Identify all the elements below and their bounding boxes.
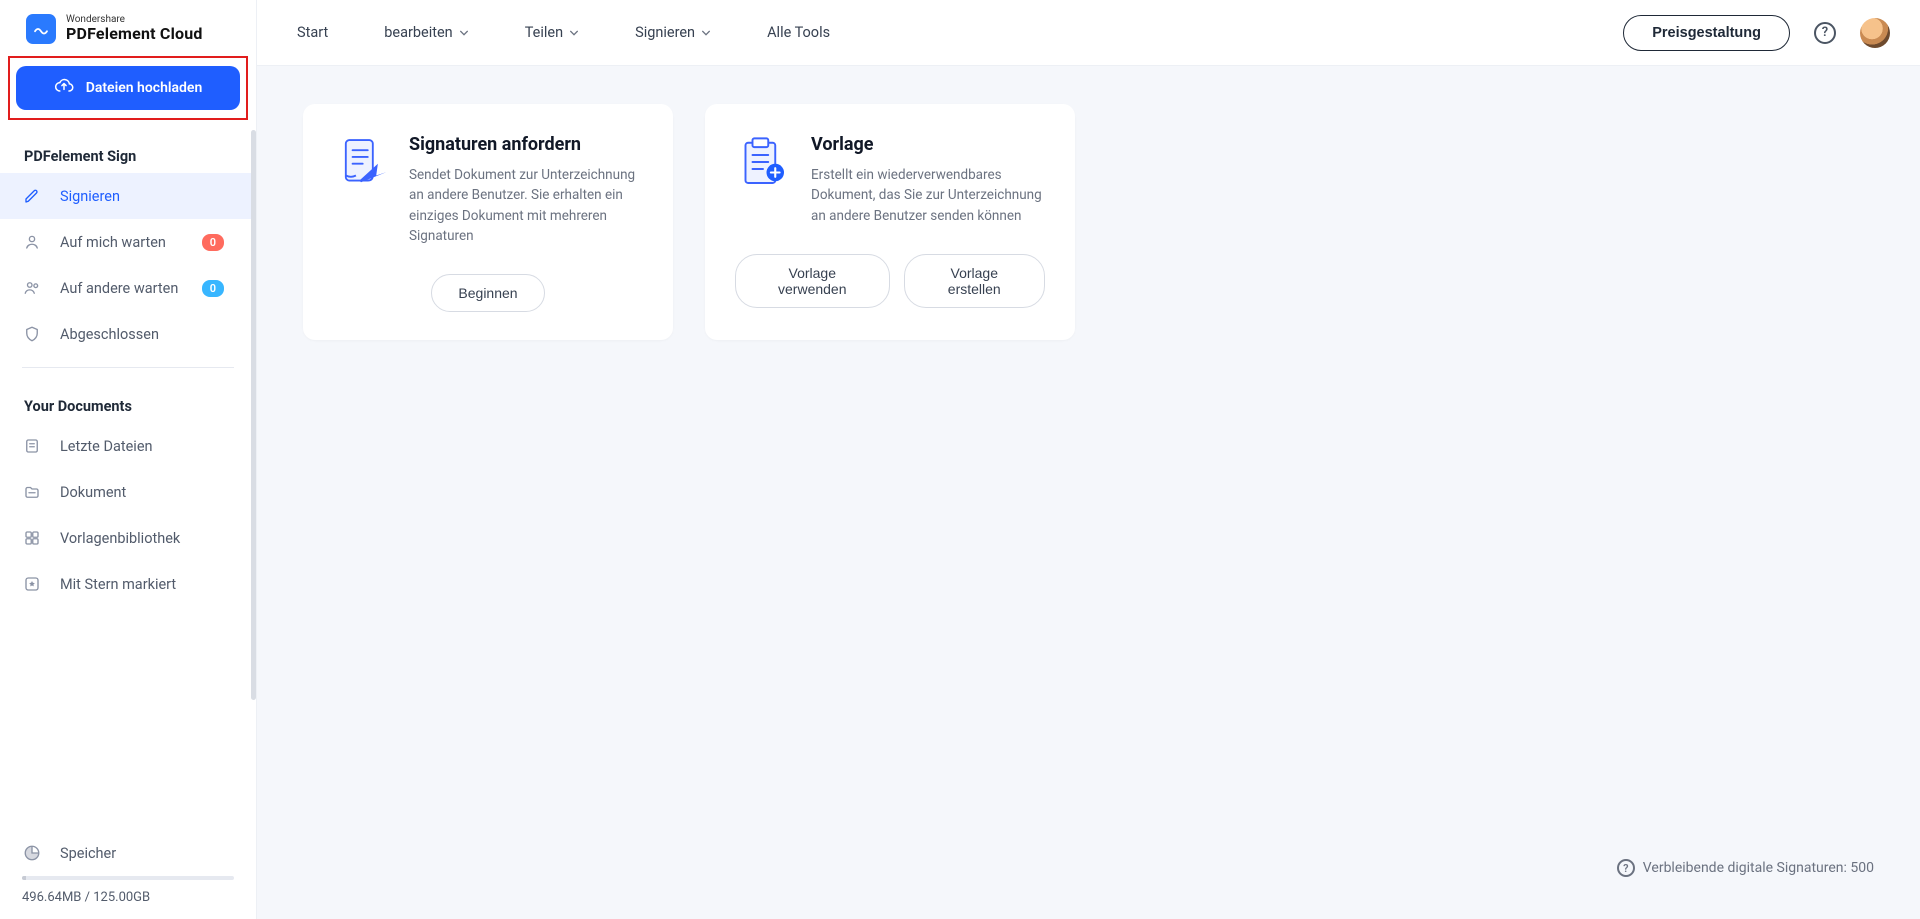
sidebar-item-storage[interactable]: Speicher	[0, 830, 256, 876]
brand-text: Wondershare PDFelement Cloud	[66, 15, 203, 42]
sidebar-item-waiting-me[interactable]: Auf mich warten 0	[0, 219, 256, 265]
document-send-icon	[333, 134, 389, 190]
sidebar-item-starred[interactable]: Mit Stern markiert	[0, 561, 256, 607]
chevron-down-icon	[569, 28, 579, 38]
storage-block: Speicher 496.64MB / 125.00GB	[0, 830, 256, 919]
brand-logo[interactable]: Wondershare PDFelement Cloud	[0, 0, 256, 54]
nav-label: Alle Tools	[767, 24, 830, 41]
sidebar-item-document[interactable]: Dokument	[0, 469, 256, 515]
nav-label: Teilen	[525, 24, 563, 41]
template-clipboard-icon	[735, 134, 791, 190]
pie-chart-icon	[22, 844, 42, 862]
badge-waiting-others: 0	[202, 280, 224, 297]
storage-progress-fill	[22, 876, 26, 880]
sidebar-item-waiting-others[interactable]: Auf andere warten 0	[0, 265, 256, 311]
sidebar-item-label: Vorlagenbibliothek	[60, 530, 180, 547]
user-icon	[22, 233, 42, 251]
shield-check-icon	[22, 325, 42, 343]
card-request-signatures: Signaturen anfordern Sendet Dokument zur…	[303, 104, 673, 340]
users-icon	[22, 279, 42, 297]
sidebar-divider	[22, 367, 234, 368]
brand-mark-icon	[26, 14, 56, 44]
upload-button[interactable]: Dateien hochladen	[16, 66, 240, 110]
info-icon[interactable]: ?	[1617, 859, 1635, 877]
sidebar-item-label: Auf andere warten	[60, 280, 178, 297]
card-description: Sendet Dokument zur Unterzeichnung an an…	[409, 165, 643, 246]
storage-progress	[22, 876, 234, 880]
brand-big: PDFelement Cloud	[66, 26, 203, 43]
upload-highlight-box: Dateien hochladen	[8, 56, 248, 120]
sidebar-item-label: Abgeschlossen	[60, 326, 159, 343]
sidebar-item-label: Letzte Dateien	[60, 438, 153, 455]
sidebar-list-docs: Letzte Dateien Dokument Vorlagenbiblioth…	[0, 423, 256, 607]
star-icon	[22, 575, 42, 593]
create-template-button[interactable]: Vorlage erstellen	[904, 254, 1045, 308]
help-icon[interactable]: ?	[1814, 22, 1836, 44]
template-grid-icon	[22, 529, 42, 547]
card-title: Vorlage	[811, 134, 1045, 155]
topbar: Start bearbeiten Teilen Signieren Alle T…	[257, 0, 1920, 66]
nav-sign[interactable]: Signieren	[635, 24, 711, 41]
sidebar-scrollbar-thumb[interactable]	[251, 130, 256, 700]
cloud-upload-icon	[54, 76, 74, 100]
cards-row: Signaturen anfordern Sendet Dokument zur…	[303, 104, 1874, 340]
sidebar-item-label: Dokument	[60, 484, 126, 501]
sidebar-scrollbar[interactable]	[251, 130, 256, 919]
pen-icon	[22, 187, 42, 205]
use-template-button[interactable]: Vorlage verwenden	[735, 254, 890, 308]
folder-icon	[22, 483, 42, 501]
sidebar-item-label: Signieren	[60, 188, 120, 205]
topbar-right: Preisgestaltung ?	[1623, 15, 1890, 51]
sidebar-item-sign[interactable]: Signieren	[0, 173, 256, 219]
badge-waiting-me: 0	[202, 234, 224, 251]
pricing-button[interactable]: Preisgestaltung	[1623, 15, 1790, 51]
nav-all-tools[interactable]: Alle Tools	[767, 24, 830, 41]
nav-label: bearbeiten	[384, 24, 452, 41]
storage-text: 496.64MB / 125.00GB	[0, 880, 256, 919]
nav-share[interactable]: Teilen	[525, 24, 579, 41]
upload-button-label: Dateien hochladen	[86, 80, 203, 96]
remaining-signatures-note: ? Verbleibende digitale Signaturen: 500	[1617, 859, 1874, 881]
top-nav: Start bearbeiten Teilen Signieren Alle T…	[297, 24, 830, 41]
section-title-docs: Your Documents	[0, 378, 256, 423]
nav-label: Signieren	[635, 24, 695, 41]
sidebar-item-label: Mit Stern markiert	[60, 576, 176, 593]
sidebar-item-templates[interactable]: Vorlagenbibliothek	[0, 515, 256, 561]
sidebar: Wondershare PDFelement Cloud Dateien hoc…	[0, 0, 257, 919]
chevron-down-icon	[459, 28, 469, 38]
sidebar-item-label: Speicher	[60, 845, 116, 862]
content-area: Signaturen anfordern Sendet Dokument zur…	[257, 66, 1920, 919]
main-area: Start bearbeiten Teilen Signieren Alle T…	[257, 0, 1920, 919]
nav-edit[interactable]: bearbeiten	[384, 24, 468, 41]
nav-label: Start	[297, 24, 328, 41]
app-root: Wondershare PDFelement Cloud Dateien hoc…	[0, 0, 1920, 919]
remaining-signatures-text: Verbleibende digitale Signaturen: 500	[1643, 860, 1874, 876]
chevron-down-icon	[701, 28, 711, 38]
sidebar-list-sign: Signieren Auf mich warten 0 Auf andere w…	[0, 173, 256, 357]
card-title: Signaturen anfordern	[409, 134, 643, 155]
section-title-sign: PDFelement Sign	[0, 128, 256, 173]
card-template: Vorlage Erstellt ein wiederverwendbares …	[705, 104, 1075, 340]
recent-files-icon	[22, 437, 42, 455]
sidebar-item-recent[interactable]: Letzte Dateien	[0, 423, 256, 469]
card-description: Erstellt ein wiederverwendbares Dokument…	[811, 165, 1045, 226]
nav-start[interactable]: Start	[297, 24, 328, 41]
sidebar-item-completed[interactable]: Abgeschlossen	[0, 311, 256, 357]
sidebar-item-label: Auf mich warten	[60, 234, 166, 251]
begin-button[interactable]: Beginnen	[431, 274, 544, 312]
user-avatar[interactable]	[1860, 18, 1890, 48]
